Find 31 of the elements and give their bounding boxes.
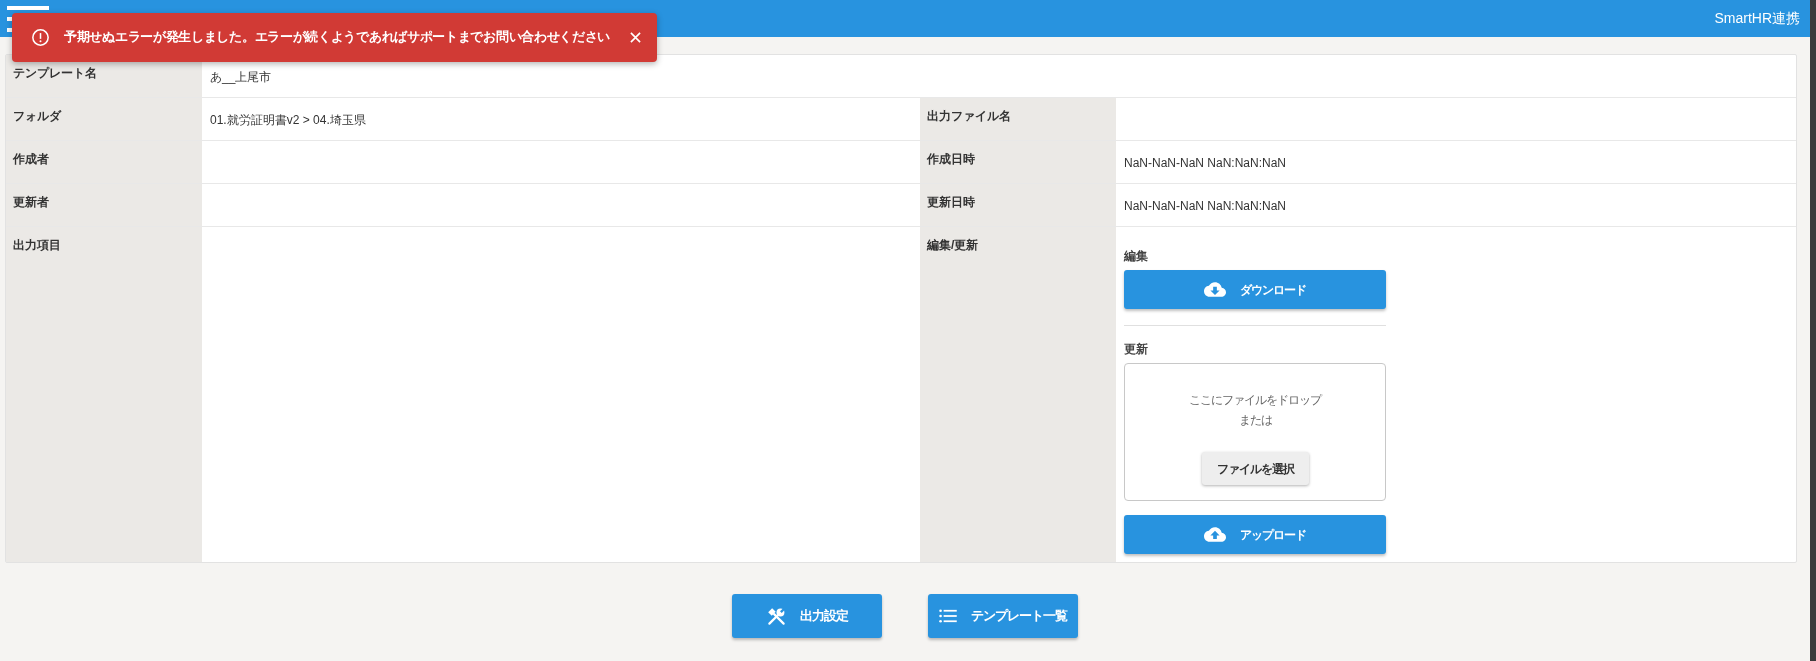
select-file-button[interactable]: ファイルを選択 (1201, 452, 1309, 485)
field-value: あ__上尾市 (210, 69, 272, 86)
download-button[interactable]: ダウンロード (1124, 270, 1386, 309)
toast-message: 予期せぬエラーが発生しました。エラーが続くようであればサポートまでお問い合わせください (64, 29, 611, 47)
field-label: 作成日時 (927, 152, 975, 166)
field-label: 更新日時 (927, 195, 975, 209)
close-icon (630, 32, 642, 43)
field-value: NaN-NaN-NaN NaN:NaN:NaN (1124, 198, 1287, 215)
field-label: 編集/更新 (927, 238, 979, 252)
field-value: NaN-NaN-NaN NaN:NaN:NaN (1124, 155, 1287, 172)
field-label: 出力ファイル名 (927, 109, 1011, 123)
tools-icon (766, 606, 786, 626)
section-heading: 更新 (1124, 341, 1149, 357)
exclamation-circle-icon (32, 29, 49, 46)
cloud-upload-icon (1204, 527, 1226, 542)
cloud-download-icon (1204, 282, 1226, 297)
field-value: 01.就労証明書v2 > 04.埼玉県 (210, 112, 366, 129)
list-icon (939, 609, 957, 623)
or-text: または (1238, 412, 1272, 429)
drop-hint: ここにファイルをドロップ (1189, 392, 1321, 409)
field-label: 出力項目 (13, 238, 61, 252)
field-label: テンプレート名 (13, 66, 97, 80)
section-heading: 編集 (1124, 248, 1149, 264)
field-label: 作成者 (13, 152, 49, 166)
file-drop-zone[interactable]: ここにファイルをドロップ または ファイルを選択 (1124, 363, 1386, 501)
field-label: 更新者 (13, 195, 49, 209)
field-label: フォルダ (13, 109, 61, 123)
output-settings-button[interactable]: 出力設定 (732, 594, 882, 638)
upload-button[interactable]: アップロード (1124, 515, 1386, 554)
template-list-button[interactable]: テンプレート一覧 (928, 594, 1078, 638)
integration-link[interactable]: SmartHR連携 (1714, 8, 1800, 29)
